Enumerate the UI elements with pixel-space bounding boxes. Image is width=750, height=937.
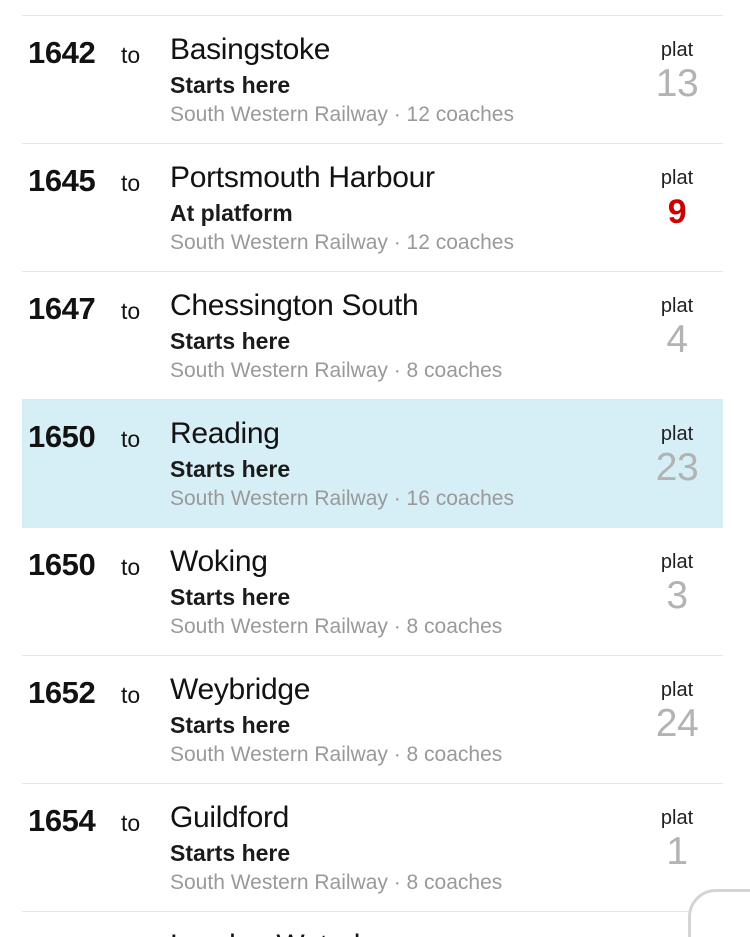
operator-and-coaches: South Western Railway · 10 coaches — [170, 0, 630, 1]
departure-list[interactable]: 1638 to London Waterloo Starts here Sout… — [0, 0, 750, 937]
to-label: to — [121, 682, 141, 708]
platform-column: plat 1 — [631, 807, 723, 874]
destination-name: Portsmouth Harbour — [170, 161, 435, 194]
operator-and-coaches: South Western Railway · 12 coaches — [170, 231, 514, 254]
departure-details: Woking Starts here South Western Railway… — [170, 543, 630, 641]
platform-number: 24 — [655, 702, 699, 745]
platform-column: plat 23 — [631, 423, 723, 490]
departure-time: 1657 — [28, 931, 96, 937]
operator-and-coaches: South Western Railway · 8 coaches — [170, 743, 503, 766]
platform-label: plat — [660, 551, 694, 573]
departure-status: Starts here — [170, 328, 291, 354]
departure-row-weybridge[interactable]: 1652 to Weybridge Starts here South West… — [0, 655, 750, 783]
destination-name: Chessington South — [170, 289, 419, 322]
departure-time: 1652 — [28, 675, 96, 710]
departure-row-london-waterloo[interactable]: 1638 to London Waterloo Starts here Sout… — [0, 0, 750, 15]
departure-status: Starts here — [170, 840, 291, 866]
platform-label: plat — [660, 807, 694, 829]
platform-number: 1 — [666, 830, 688, 873]
departure-status: Starts here — [170, 456, 291, 482]
departure-row-reading[interactable]: 1650 to Reading Starts here South Wester… — [0, 399, 750, 527]
to-label: to — [121, 170, 141, 196]
platform-column: plat 3 — [631, 551, 723, 618]
platform-number: 9 — [667, 193, 687, 231]
departure-time: 1654 — [28, 803, 96, 838]
departure-details: Chessington South Starts here South West… — [170, 287, 630, 385]
platform-column: plat 24 — [631, 679, 723, 746]
platform-column: plat 13 — [631, 39, 723, 106]
to-label: to — [121, 554, 141, 580]
platform-column: plat 4 — [631, 295, 723, 362]
departure-time: 1647 — [28, 291, 96, 326]
departure-row-guildford[interactable]: 1654 to Guildford Starts here South West… — [0, 783, 750, 911]
departure-time: 1650 — [28, 547, 96, 582]
departure-board: 1638 to London Waterloo Starts here Sout… — [0, 0, 750, 937]
destination-name: Guildford — [170, 801, 290, 834]
departure-details: London Waterloo Starts here South Wester… — [170, 0, 630, 1]
destination-name: Woking — [170, 545, 268, 578]
departure-row-portsmouth-harbour[interactable]: 1645 to Portsmouth Harbour At platform S… — [0, 143, 750, 271]
destination-name: Basingstoke — [170, 33, 331, 66]
departure-status: At platform — [170, 200, 293, 226]
departure-status: Starts here — [170, 712, 291, 738]
departure-row-woking[interactable]: 1650 to Woking Starts here South Western… — [0, 527, 750, 655]
departure-time: 1650 — [28, 419, 96, 454]
to-label: to — [121, 42, 141, 68]
platform-label: plat — [660, 167, 694, 189]
platform-label: plat — [660, 679, 694, 701]
departure-details: Weybridge Starts here South Western Rail… — [170, 671, 630, 769]
floating-action-button[interactable] — [688, 889, 750, 937]
operator-and-coaches: South Western Railway · 12 coaches — [170, 103, 514, 126]
destination-name: Reading — [170, 417, 280, 450]
departure-details: Basingstoke Starts here South Western Ra… — [170, 31, 630, 129]
platform-column: plat 9 — [631, 167, 723, 234]
to-label: to — [121, 426, 141, 452]
to-label: to — [121, 298, 141, 324]
departure-details: London Waterloo Starts here South Wester… — [170, 927, 630, 937]
platform-number: 13 — [655, 62, 699, 105]
operator-and-coaches: South Western Railway · 16 coaches — [170, 487, 514, 510]
departure-status: Starts here — [170, 72, 291, 98]
platform-number: 4 — [666, 318, 688, 361]
operator-and-coaches: South Western Railway · 8 coaches — [170, 871, 503, 894]
platform-label: plat — [660, 39, 694, 61]
departure-details: Reading Starts here South Western Railwa… — [170, 415, 630, 513]
destination-name: London Waterloo — [170, 927, 630, 937]
destination-name: Weybridge — [170, 673, 311, 706]
operator-and-coaches: South Western Railway · 8 coaches — [170, 615, 503, 638]
departure-row-basingstoke[interactable]: 1642 to Basingstoke Starts here South We… — [0, 15, 750, 143]
platform-number: 3 — [666, 574, 688, 617]
departure-details: Portsmouth Harbour At platform South Wes… — [170, 159, 630, 257]
departure-time: 1645 — [28, 163, 96, 198]
platform-label: plat — [660, 423, 694, 445]
departure-row-chessington-south[interactable]: 1647 to Chessington South Starts here So… — [0, 271, 750, 399]
departure-row-london-waterloo[interactable]: 1657 to London Waterloo Starts here Sout… — [0, 911, 750, 937]
operator-and-coaches: South Western Railway · 8 coaches — [170, 359, 503, 382]
to-label: to — [121, 810, 141, 836]
departure-details: Guildford Starts here South Western Rail… — [170, 799, 630, 897]
departure-status: Starts here — [170, 584, 291, 610]
departure-time: 1642 — [28, 35, 96, 70]
platform-label: plat — [660, 295, 694, 317]
platform-number: 23 — [655, 446, 699, 489]
